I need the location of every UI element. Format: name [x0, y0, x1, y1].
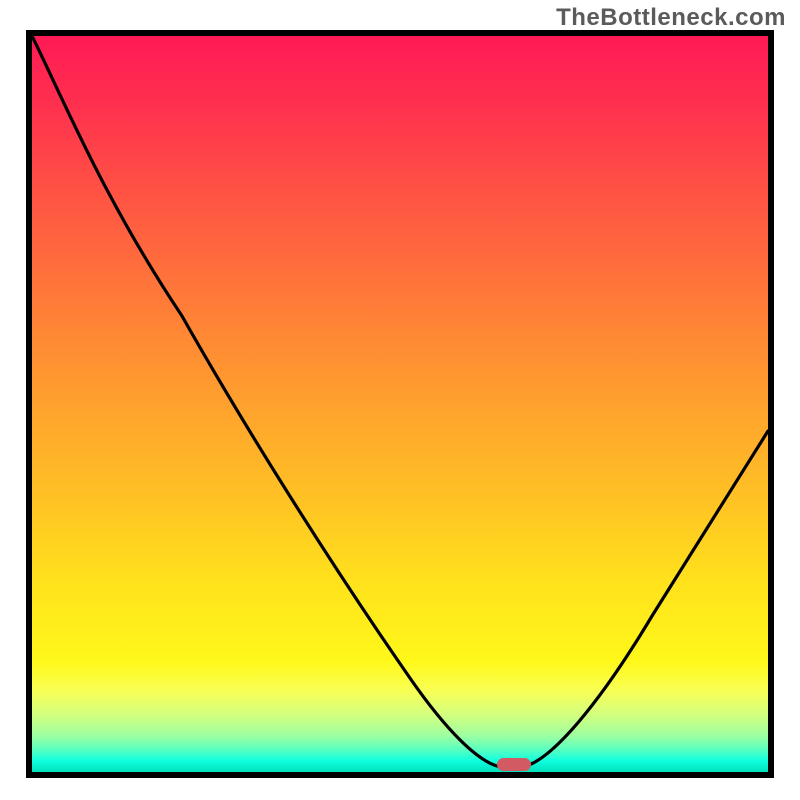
- minimum-marker: [497, 758, 531, 771]
- watermark-text: TheBottleneck.com: [556, 4, 786, 32]
- chart-container: TheBottleneck.com: [0, 0, 800, 800]
- bottleneck-curve: [32, 36, 768, 766]
- plot-overlay: [32, 36, 768, 772]
- plot-frame: [26, 30, 774, 778]
